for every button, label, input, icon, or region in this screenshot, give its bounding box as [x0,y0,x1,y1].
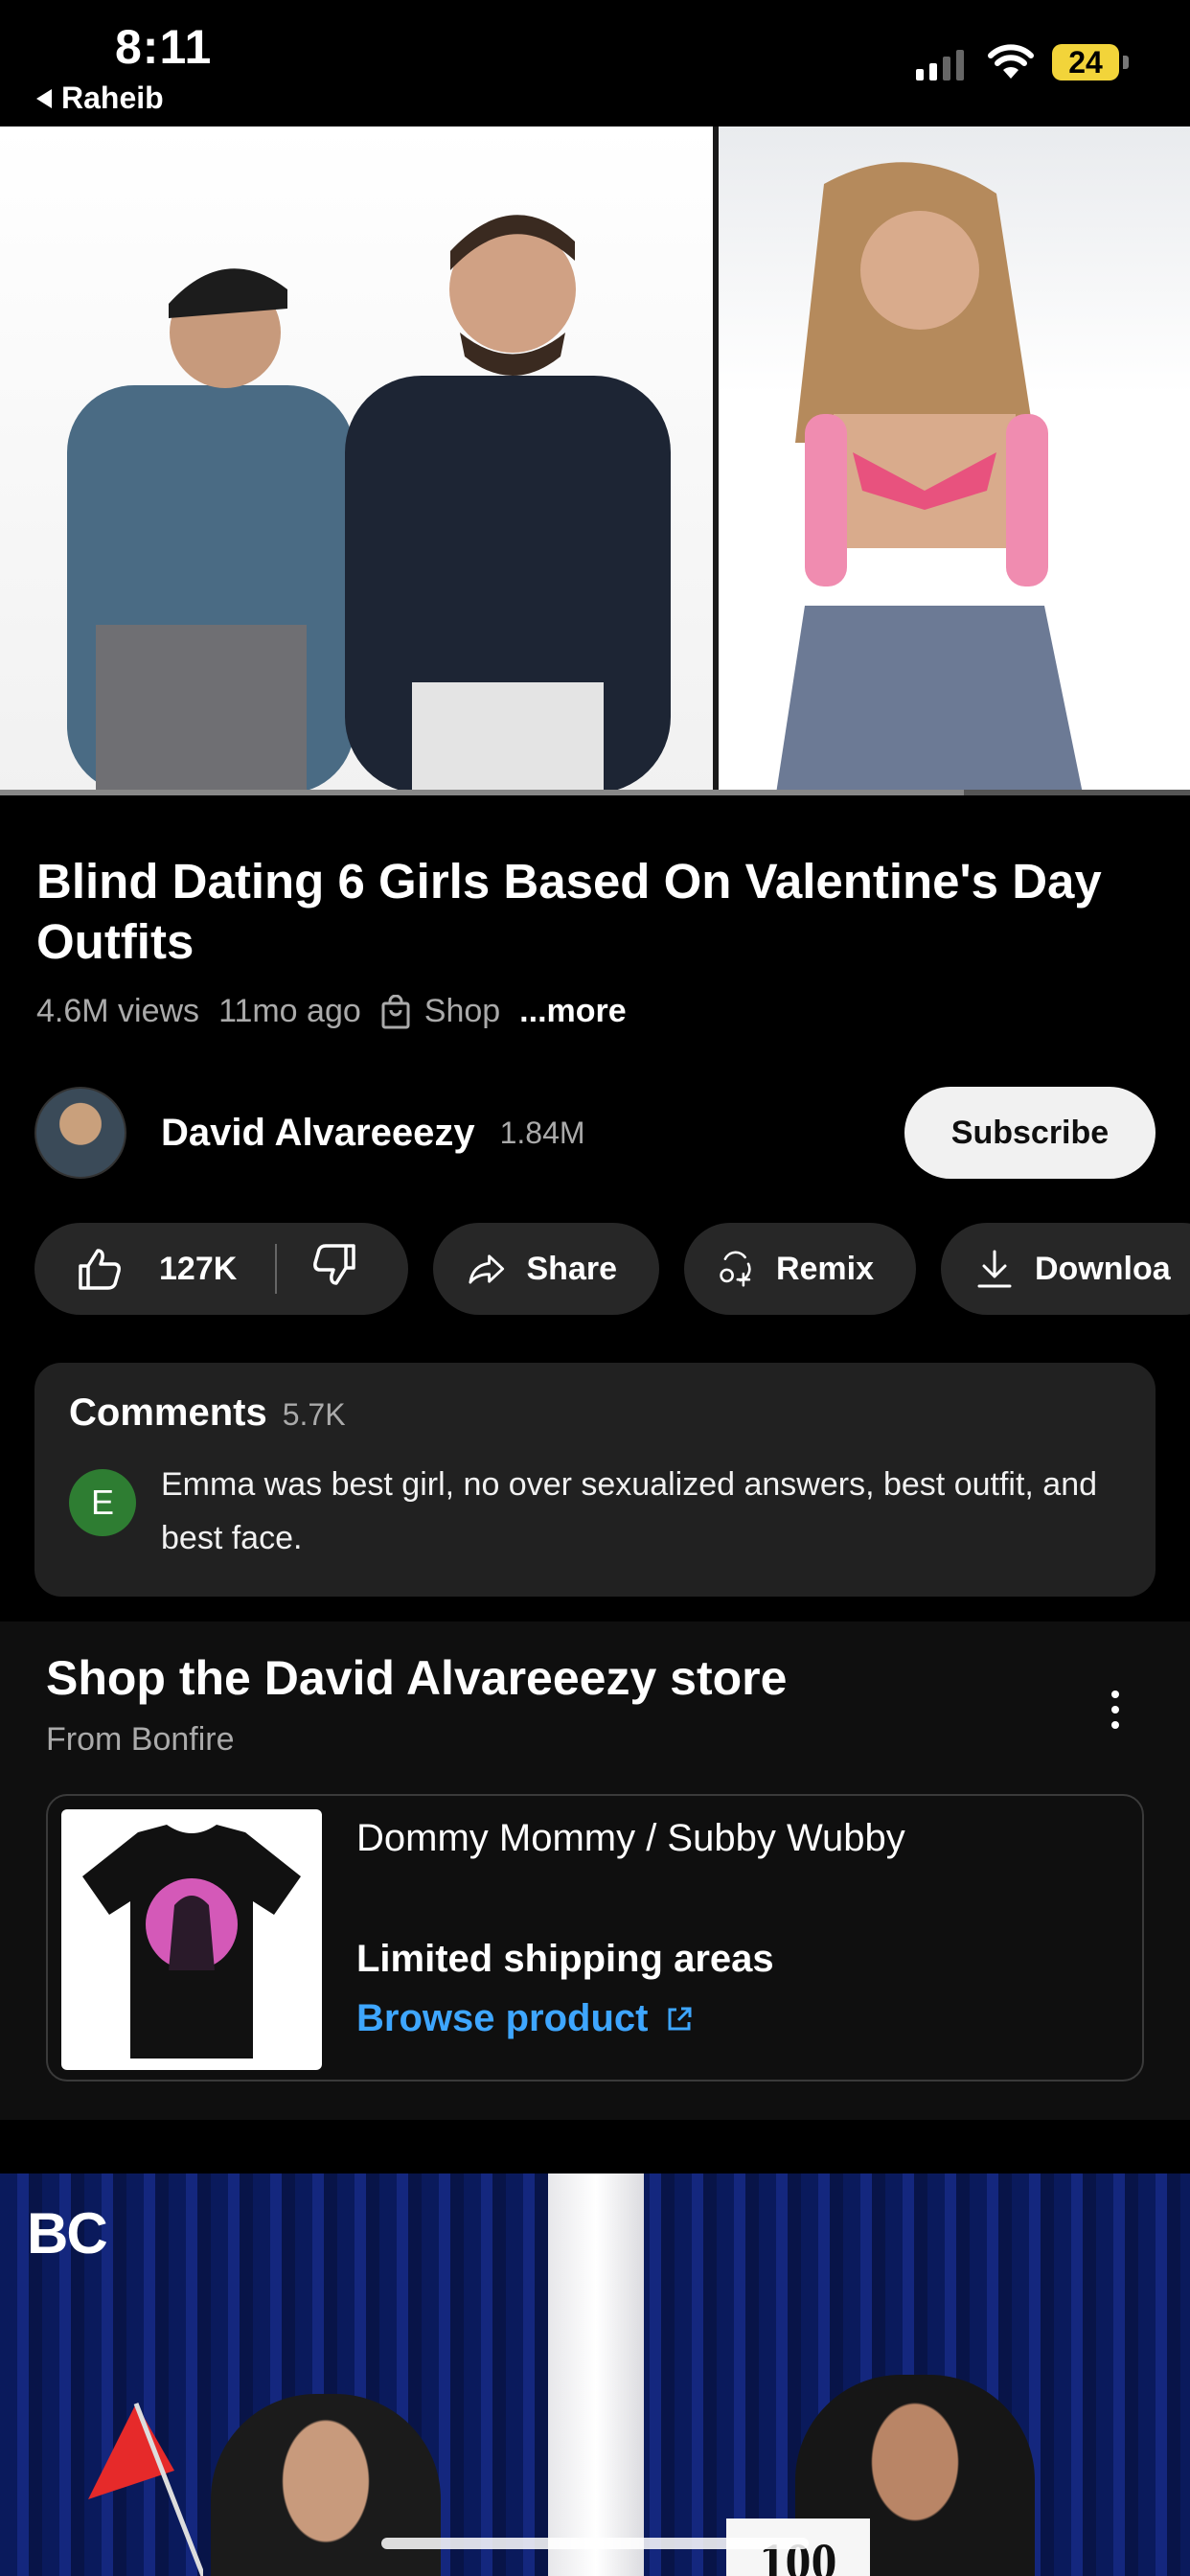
subscriber-count: 1.84M [499,1115,585,1150]
download-label: Downloa [1035,1250,1171,1287]
like-separator [275,1244,278,1294]
remix-icon [720,1251,751,1287]
top-comment: E Emma was best girl, no over sexualized… [69,1458,1121,1565]
comments-label: Comments [69,1392,267,1434]
external-link-icon [668,2007,692,2030]
browse-product-label: Browse product [356,1997,649,2039]
remix-label: Remix [775,1250,874,1287]
share-label: Share [526,1250,618,1287]
shipping-note: Limited shipping areas [356,1938,774,1980]
video-player[interactable] [0,126,1190,794]
upload-age: 11mo ago [218,993,361,1029]
channel-row: David Alvareeezy 1.84M Subscribe [34,1085,1156,1181]
video-person-right [776,162,1083,794]
browse-product-link[interactable]: Browse product [356,1997,694,2040]
shop-title: Shop the David Alvareeezy store [46,1651,788,1705]
subscribe-button[interactable]: Subscribe [904,1087,1156,1179]
commenter-avatar: E [69,1469,136,1536]
status-bar: 8:11 Raheib 24 [0,0,1190,126]
product-card[interactable]: Dommy Mommy / Subby Wubby Limited shippi… [46,1794,1144,2082]
video-progress-bar[interactable] [0,790,1190,795]
video-title[interactable]: Blind Dating 6 Girls Based On Valentine'… [36,851,1148,972]
battery-icon: 24 [1052,44,1119,80]
clock: 8:11 [115,20,213,74]
next-video-thumbnail[interactable]: BC 100 [0,2174,1190,2576]
video-frame-left [0,126,713,794]
shop-subtitle: From Bonfire [46,1721,235,1758]
comments-header: Comments 5.7K [69,1392,1121,1435]
remix-button[interactable]: Remix [684,1223,916,1315]
home-indicator[interactable] [381,2538,809,2549]
like-dislike-pill: 127K [34,1223,408,1315]
thumbs-up-icon [79,1249,121,1290]
tshirt-image [82,1825,301,2058]
shop-section: Shop the David Alvareeezy store From Bon… [0,1622,1190,2120]
cellular-signal-icon [916,48,964,80]
shopping-bag-icon [381,994,410,1028]
channel-avatar[interactable] [34,1087,126,1179]
video-meta[interactable]: 4.6M views 11mo ago Shop ...more [36,993,627,1030]
more-options-icon[interactable] [1111,1690,1119,1729]
back-app-label: Raheib [61,80,164,115]
red-flag-icon [88,2403,203,2576]
product-name: Dommy Mommy / Subby Wubby [356,1817,905,1859]
video-frame-right [719,126,1190,794]
back-triangle-icon [36,88,52,108]
top-comment-text: Emma was best girl, no over sexualized a… [161,1466,1098,1556]
download-button[interactable]: Downloa [941,1223,1190,1315]
like-count: 127K [159,1250,238,1287]
comments-count: 5.7K [282,1397,346,1432]
shop-label: Shop [423,993,501,1029]
back-to-app-button[interactable]: Raheib [36,80,164,116]
thumbs-down-icon [313,1243,356,1285]
comments-card[interactable]: Comments 5.7K E Emma was best girl, no o… [34,1363,1156,1597]
share-button[interactable]: Share [433,1223,659,1315]
more-button[interactable]: ...more [519,993,626,1030]
download-icon [977,1250,1012,1288]
like-button[interactable]: 127K [77,1247,237,1291]
channel-name[interactable]: David Alvareeezy [161,1112,475,1155]
thumbnail-pillar [548,2174,644,2576]
wifi-icon [988,44,1034,79]
action-bar: 127K Share Remix Downloa [34,1223,1190,1315]
video-progress-played [0,790,965,795]
channel-logo-bc: BC [27,2201,108,2266]
video-people-left [67,215,671,794]
share-arrow-icon [469,1254,505,1284]
battery-nub [1123,56,1129,69]
dislike-button[interactable] [311,1243,357,1296]
view-count: 4.6M views [36,993,200,1029]
product-thumbnail[interactable] [61,1809,322,2070]
shop-link[interactable]: Shop [380,993,500,1030]
